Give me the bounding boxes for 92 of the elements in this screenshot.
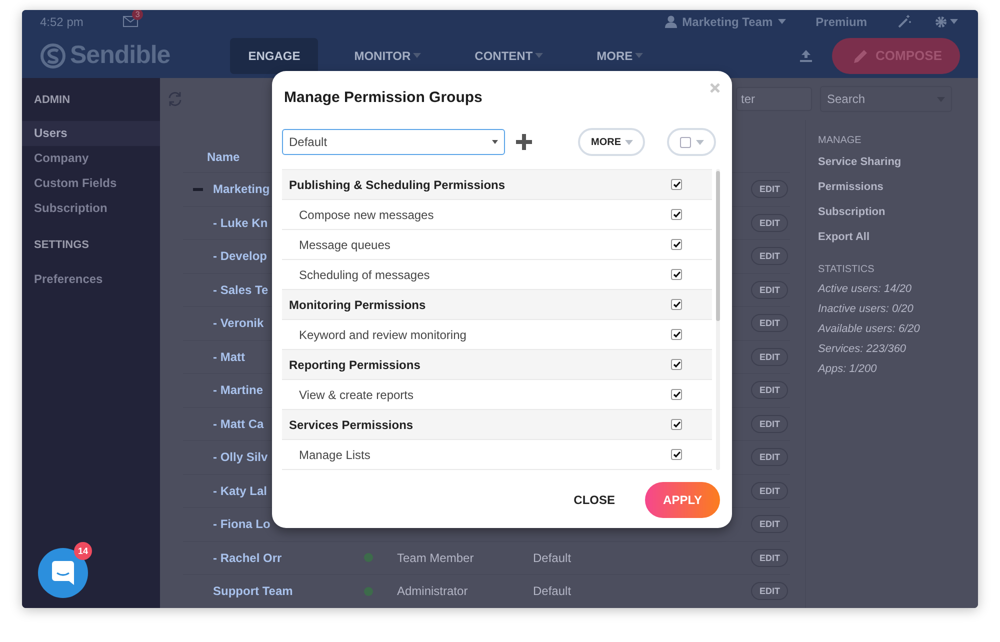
section-heading: ADMIN (33, 93, 72, 108)
edit-button[interactable]: EDIT (751, 280, 788, 299)
account-menu[interactable]: Marketing Team (682, 14, 773, 28)
caret-icon (534, 53, 543, 58)
checkbox[interactable] (671, 329, 682, 340)
permission-group-label: Reporting Permissions (288, 358, 420, 372)
group-select[interactable]: Default (282, 129, 505, 155)
mail-icon[interactable] (123, 16, 138, 27)
wand-icon[interactable] (897, 14, 911, 28)
edit-button[interactable]: EDIT (751, 180, 788, 198)
edit-button[interactable]: EDIT (751, 515, 788, 534)
nav-tab[interactable]: ENGAGE (230, 38, 318, 74)
sidebar-item[interactable]: Custom Fields (22, 171, 160, 196)
checkbox[interactable] (671, 359, 682, 370)
permission-label: Manage Lists (298, 448, 370, 462)
sidebar-item[interactable]: Company (22, 146, 160, 171)
permission-group-label: Monitoring Permissions (288, 298, 426, 312)
checkbox[interactable] (671, 269, 682, 280)
modal-title: Manage Permission Groups (284, 89, 482, 106)
role-text: Team Member (397, 550, 475, 565)
edit-button[interactable]: EDIT (751, 214, 788, 232)
sidebar-item[interactable]: Subscription (22, 196, 160, 221)
logo-icon (40, 42, 66, 68)
edit-button[interactable]: EDIT (751, 348, 788, 366)
caret-icon (950, 19, 958, 24)
manage-link[interactable]: Permissions (818, 181, 966, 206)
statistic-text: Available users: 6/20 (818, 323, 921, 337)
statistic-text: Apps: 1/200 (818, 363, 878, 377)
chat-icon (52, 561, 74, 585)
section-heading: SETTINGS (33, 238, 90, 253)
edit-button[interactable]: EDIT (751, 582, 788, 600)
settings-icon[interactable] (935, 16, 947, 28)
statistic-text: Active users: 14/20 (818, 283, 913, 297)
manage-link[interactable]: Subscription (818, 206, 966, 231)
section-heading: STATISTICS (818, 264, 876, 275)
plan-label: Premium (816, 14, 867, 28)
permission-label: Scheduling of messages (298, 268, 430, 282)
caret-icon (696, 140, 704, 144)
permission-label: View & create reports (298, 388, 414, 402)
edit-button[interactable]: EDIT (751, 247, 788, 266)
upload-icon[interactable] (800, 50, 812, 62)
manage-link[interactable]: Service Sharing (818, 156, 966, 181)
clock-time: 4:52 pm (40, 14, 84, 28)
add-icon[interactable] (516, 134, 532, 150)
caret-icon (625, 140, 633, 144)
search-dropdown[interactable]: Search (820, 86, 952, 112)
checkbox[interactable] (671, 299, 682, 310)
user-name-link[interactable]: Support Team (213, 584, 363, 598)
edit-button[interactable]: EDIT (751, 314, 788, 332)
column-header[interactable]: Name (207, 150, 240, 172)
permission-label: Compose new messages (298, 208, 434, 222)
checkbox[interactable] (671, 419, 682, 430)
group-text: Default (533, 584, 572, 598)
permission-label: Keyword and review monitoring (298, 328, 466, 342)
edit-button[interactable]: EDIT (751, 381, 788, 400)
checkbox[interactable] (671, 449, 682, 460)
edit-button[interactable]: EDIT (751, 414, 788, 433)
caret-icon (492, 140, 498, 144)
statistic-text: Services: 223/360 (818, 343, 908, 357)
nav-tab[interactable]: MORE (578, 38, 661, 74)
checkbox[interactable] (671, 179, 682, 190)
notification-badge: 3 (132, 10, 143, 20)
caret-icon (412, 53, 421, 58)
scrollbar[interactable] (716, 169, 720, 470)
nav-tab[interactable]: CONTENT (456, 38, 561, 74)
permission-group-label: Services Permissions (288, 418, 414, 432)
apply-button[interactable]: APPLY (645, 482, 720, 518)
checkbox[interactable] (680, 136, 690, 148)
checkbox[interactable] (671, 239, 682, 250)
user-name-link[interactable]: - Rachel Orr (213, 550, 363, 565)
filter-field[interactable]: ter (736, 87, 812, 111)
edit-button[interactable]: EDIT (751, 548, 788, 567)
section-heading: MANAGE (818, 135, 862, 146)
checkbox[interactable] (671, 389, 682, 400)
caret-icon (778, 19, 786, 24)
permission-group-label: Publishing & Scheduling Permissions (288, 178, 506, 192)
more-button[interactable]: MORE (578, 128, 645, 156)
sidebar-item[interactable]: Preferences (22, 266, 160, 296)
group-text: Default (533, 550, 572, 565)
caret-icon (634, 53, 643, 58)
sidebar-item[interactable]: Users (22, 121, 160, 146)
user-icon (665, 15, 678, 28)
role-text: Administrator (397, 584, 469, 598)
edit-button[interactable]: EDIT (751, 482, 788, 500)
pencil-icon (854, 48, 868, 62)
nav-tab[interactable]: MONITOR (336, 38, 439, 74)
statistic-text: Inactive users: 0/20 (818, 303, 914, 317)
edit-button[interactable]: EDIT (751, 448, 788, 466)
manage-link[interactable]: Export All (818, 231, 966, 256)
permission-label: Message queues (298, 238, 390, 252)
close-button[interactable]: CLOSE (568, 487, 621, 513)
checkbox[interactable] (671, 209, 682, 220)
